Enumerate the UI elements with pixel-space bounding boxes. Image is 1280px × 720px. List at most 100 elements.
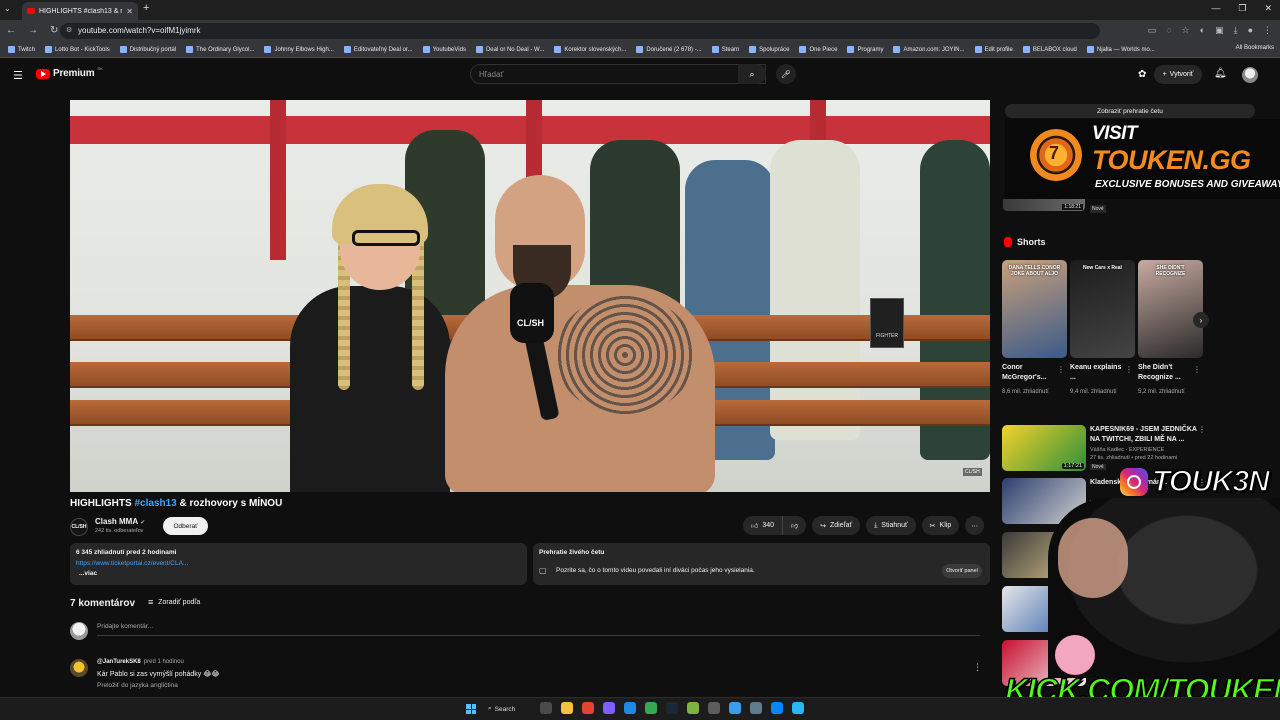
browser-tab-active[interactable]: HIGHLIGHTS #clash13 & r... ✕: [22, 2, 138, 20]
windows-start-icon[interactable]: [466, 704, 476, 714]
video-menu-icon[interactable]: ⋮: [1198, 425, 1206, 434]
close-window-icon[interactable]: ✕: [1264, 3, 1272, 14]
task-view-icon[interactable]: [540, 702, 552, 714]
short-thumbnail[interactable]: SHE DIDN'T RECOGNIZE: [1138, 260, 1203, 358]
notifications-bell-icon[interactable]: 🔔︎: [1214, 68, 1227, 79]
bookmark-item[interactable]: Lotto Bot - KickTools: [45, 46, 110, 53]
video-title[interactable]: KAPESNIK69 - JSEM JEDNIČKA NA TWITCHI, Z…: [1090, 425, 1200, 445]
short-item[interactable]: SHE DIDN'T RECOGNIZE She Didn't Recognize…: [1138, 260, 1203, 410]
download-button[interactable]: ⤓ Stiahnuť: [866, 516, 916, 535]
bookmark-star-icon[interactable]: ☆: [1182, 25, 1190, 36]
bookmark-item[interactable]: One Piece: [799, 46, 837, 53]
video-player[interactable]: FIGHTER CL/SH CL/SH: [70, 100, 990, 492]
bookmark-item[interactable]: Twitch: [8, 46, 35, 53]
minimize-icon[interactable]: —: [1211, 3, 1220, 14]
youtube-extra-icon[interactable]: ✿: [1138, 69, 1146, 80]
comment-menu-icon[interactable]: ⋮: [973, 662, 982, 673]
show-chat-replay-button[interactable]: Zobraziť prehratie četu: [1005, 104, 1255, 118]
reload-icon[interactable]: ↻: [50, 25, 58, 36]
channel-avatar[interactable]: CL/SH: [70, 518, 88, 536]
dislike-button[interactable]: 👎︎: [783, 516, 807, 535]
short-menu-icon[interactable]: ⋮: [1057, 365, 1065, 374]
app-icon[interactable]: [771, 702, 783, 714]
chrome-icon[interactable]: [645, 702, 657, 714]
app-icon[interactable]: [582, 702, 594, 714]
all-bookmarks-button[interactable]: All Bookmarks: [1236, 45, 1274, 51]
create-button[interactable]: + Vytvoriť: [1154, 65, 1202, 84]
clip-button[interactable]: ✂ Klip: [921, 516, 960, 535]
short-item[interactable]: DANA TELLS CONOR JOKE ABOUT ALJO Conor Mc…: [1002, 260, 1067, 410]
channel-name[interactable]: Clash MMA ✔: [95, 517, 145, 526]
bookmark-item[interactable]: Edit profile: [974, 46, 1013, 53]
bookmark-item[interactable]: Distribučný portál: [119, 46, 176, 53]
taskbar-search[interactable]: ⌕ Search: [488, 702, 532, 716]
shorts-next-button[interactable]: ›: [1193, 312, 1209, 328]
app-icon[interactable]: [708, 702, 720, 714]
app-icon[interactable]: [792, 702, 804, 714]
video-thumbnail[interactable]: 1:17:21: [1002, 425, 1086, 471]
ticket-link[interactable]: https://www.ticketportal.cz/event/CLA...: [76, 560, 521, 567]
browser-menu-icon[interactable]: ⋮: [1263, 25, 1272, 36]
close-tab-icon[interactable]: ✕: [126, 7, 133, 16]
short-title[interactable]: Keanu explains ...: [1070, 363, 1125, 383]
comment-time[interactable]: pred 1 hodinou: [144, 659, 184, 665]
voice-search-button[interactable]: 🎤︎: [776, 64, 796, 84]
site-info-icon[interactable]: ⚙: [66, 26, 72, 34]
show-more-link[interactable]: ...viac: [76, 570, 521, 577]
bookmark-item[interactable]: YoutubeVids: [422, 46, 466, 53]
share-button[interactable]: ↪ Zdieľať: [812, 516, 861, 535]
bookmark-item[interactable]: Spolupráce: [749, 46, 789, 53]
bookmark-item[interactable]: BELABOX cloud: [1022, 46, 1077, 53]
bookmark-item[interactable]: The Ordinary Glycol...: [186, 46, 254, 53]
edge-icon[interactable]: [624, 702, 636, 714]
channel-watermark[interactable]: CL/SH: [963, 468, 982, 476]
profile-icon[interactable]: ●: [1248, 25, 1253, 36]
app-icon[interactable]: [750, 702, 762, 714]
sort-comments-button[interactable]: ≡ Zoradiť podľa: [148, 597, 200, 607]
short-thumbnail[interactable]: New Cars x Real: [1070, 260, 1135, 358]
bookmark-item[interactable]: Korektor slovenských...: [554, 46, 626, 53]
bookmark-item[interactable]: Programy: [847, 46, 883, 53]
open-panel-button[interactable]: Otvoriť panel: [942, 564, 982, 578]
app-icon[interactable]: [729, 702, 741, 714]
extension-icon[interactable]: ◐: [1200, 25, 1205, 36]
search-button[interactable]: ⌕: [738, 64, 766, 84]
comment-input[interactable]: Pridajte komentár...: [97, 623, 153, 630]
new-tab-icon[interactable]: +: [143, 2, 149, 14]
short-menu-icon[interactable]: ⋮: [1193, 365, 1201, 374]
back-icon[interactable]: ←: [6, 25, 16, 36]
bookmark-item[interactable]: Deal or No Deal - W...: [475, 46, 544, 53]
search-input[interactable]: Hľadať: [470, 64, 766, 84]
short-item[interactable]: New Cars x Real Keanu explains ... 9,4 mil…: [1070, 260, 1135, 410]
commenter-avatar[interactable]: [70, 659, 88, 677]
short-menu-icon[interactable]: ⋮: [1125, 365, 1133, 374]
tab-search-icon[interactable]: ⌄: [4, 4, 11, 13]
partial-video-thumbnail[interactable]: 1:18:21: [1003, 199, 1085, 211]
puzzle-icon[interactable]: ▣: [1215, 25, 1224, 36]
cast-icon[interactable]: ▭: [1148, 25, 1157, 36]
app-icon[interactable]: [687, 702, 699, 714]
more-actions-button[interactable]: ⋯: [965, 516, 985, 535]
bookmark-item[interactable]: Amazon.com: JOYIN...: [893, 46, 965, 53]
forward-icon[interactable]: →: [28, 25, 38, 36]
bookmark-item[interactable]: Steam: [711, 46, 739, 53]
bookmark-item[interactable]: Editovateľný Deal or...: [343, 46, 413, 53]
short-thumbnail[interactable]: DANA TELLS CONOR JOKE ABOUT ALJO: [1002, 260, 1067, 358]
bookmark-item[interactable]: Njalla — Worlds mo...: [1086, 46, 1155, 53]
url-field[interactable]: ⚙ youtube.com/watch?v=oifM1jyimrk: [60, 23, 1100, 39]
comment-author[interactable]: @JanTurekSK8: [97, 659, 141, 665]
eye-off-icon[interactable]: ◌: [1166, 25, 1171, 36]
youtube-logo[interactable]: Premium SK: [36, 66, 103, 79]
short-title[interactable]: She Didn't Recognize ...: [1138, 363, 1193, 383]
short-title[interactable]: Conor McGregor's...: [1002, 363, 1057, 383]
menu-icon[interactable]: ☰: [13, 69, 23, 82]
download-icon[interactable]: ⤓: [1234, 25, 1238, 36]
title-hashtag-link[interactable]: #clash13: [134, 498, 176, 509]
bookmark-item[interactable]: Johnny Elbows High...: [264, 46, 334, 53]
translate-link[interactable]: Preložiť do jazyka angličtina: [97, 682, 178, 689]
video-channel[interactable]: Vášňa Kadlec - EXPERIENCE: [1090, 447, 1164, 453]
subscribe-button[interactable]: Odberať: [163, 517, 208, 535]
steam-icon[interactable]: [666, 702, 678, 714]
bookmark-item[interactable]: Doručené (2 678) -...: [636, 46, 702, 53]
file-explorer-icon[interactable]: [561, 702, 573, 714]
